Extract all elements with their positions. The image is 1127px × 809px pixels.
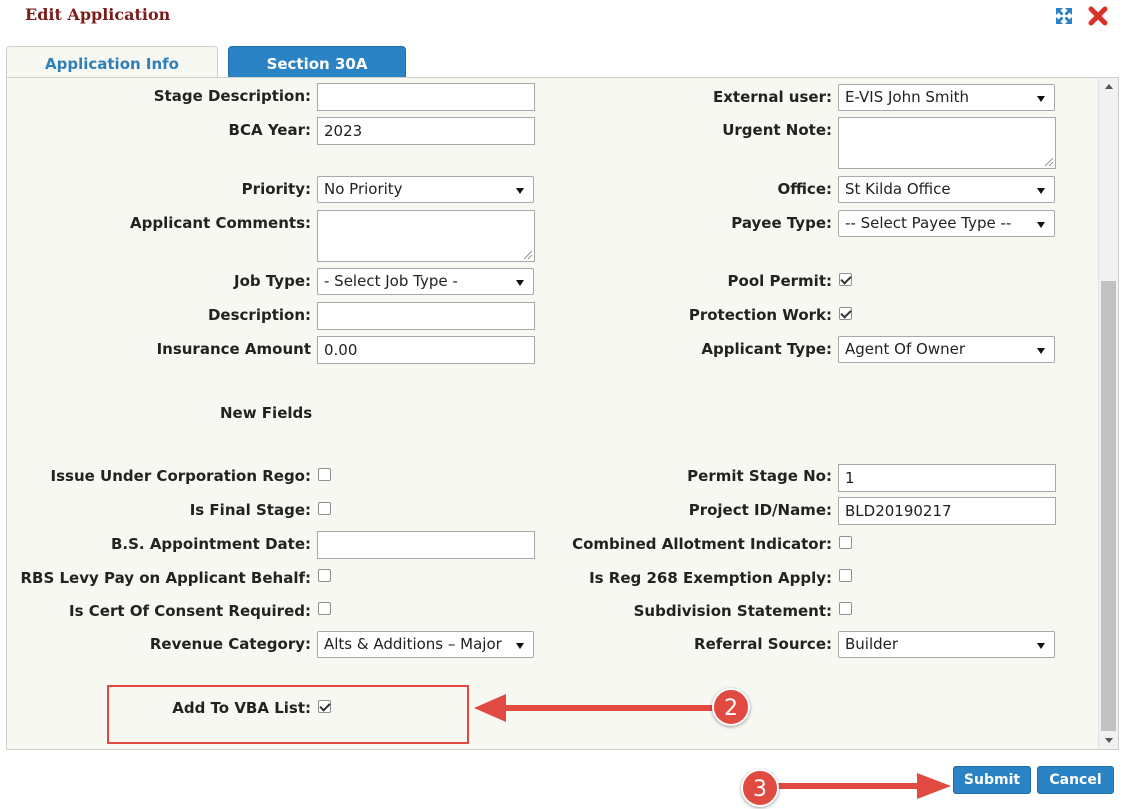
external-user-label: External user: xyxy=(712,88,832,106)
issue-under-corp-rego-label: Issue Under Corporation Rego: xyxy=(50,467,311,485)
close-icon[interactable] xyxy=(1087,5,1109,27)
protection-work-checkbox[interactable] xyxy=(839,307,852,320)
stage-description-label: Stage Description: xyxy=(153,87,311,105)
urgent-note-textarea[interactable] xyxy=(838,117,1056,169)
annotation-arrow-right-icon xyxy=(772,773,951,799)
tab-application-info[interactable]: Application Info xyxy=(6,46,218,79)
maximize-icon[interactable] xyxy=(1053,5,1075,27)
office-select[interactable]: St Kilda Office xyxy=(838,176,1055,203)
office-value: St Kilda Office xyxy=(845,180,951,198)
payee-type-value: -- Select Payee Type -- xyxy=(845,214,1012,232)
cert-of-consent-label: Is Cert Of Consent Required: xyxy=(69,602,311,620)
referral-source-value: Builder xyxy=(845,635,899,653)
dialog-titlebar: Edit Application xyxy=(0,0,1127,34)
subdivision-statement-checkbox[interactable] xyxy=(839,602,852,615)
priority-value: No Priority xyxy=(324,180,403,198)
reg-268-checkbox[interactable] xyxy=(839,569,852,582)
project-id-input[interactable]: BLD20190217 xyxy=(838,497,1056,525)
chevron-down-icon xyxy=(1037,348,1045,354)
dialog-title: Edit Application xyxy=(25,5,171,24)
is-final-stage-checkbox[interactable] xyxy=(318,502,331,515)
chevron-down-icon xyxy=(516,643,524,649)
external-user-select[interactable]: E-VIS John Smith xyxy=(838,84,1055,111)
applicant-comments-textarea[interactable] xyxy=(317,210,535,262)
permit-stage-no-label: Permit Stage No: xyxy=(687,467,832,485)
issue-under-corp-rego-checkbox[interactable] xyxy=(318,468,331,481)
revenue-category-select[interactable]: Alts & Additions – Major xyxy=(317,631,534,658)
pool-permit-label: Pool Permit: xyxy=(727,272,832,290)
job-type-value: - Select Job Type - xyxy=(324,272,458,290)
chevron-down-icon xyxy=(516,280,524,286)
job-type-label: Job Type: xyxy=(234,272,311,290)
pool-permit-checkbox[interactable] xyxy=(839,273,852,286)
applicant-comments-label: Applicant Comments: xyxy=(130,214,311,232)
is-final-stage-label: Is Final Stage: xyxy=(189,501,311,519)
project-id-label: Project ID/Name: xyxy=(688,501,832,519)
tab-bar: Application Info Section 30A xyxy=(6,34,1119,79)
priority-label: Priority: xyxy=(241,180,311,198)
office-label: Office: xyxy=(777,180,832,198)
protection-work-label: Protection Work: xyxy=(688,306,832,324)
cancel-button[interactable]: Cancel xyxy=(1037,766,1114,794)
chevron-down-icon xyxy=(1037,643,1045,649)
referral-source-label: Referral Source: xyxy=(694,635,832,653)
scroll-down-icon[interactable] xyxy=(1105,738,1113,743)
tab-section-30a[interactable]: Section 30A xyxy=(228,46,406,79)
description-label: Description: xyxy=(207,306,311,324)
urgent-note-label: Urgent Note: xyxy=(722,121,832,139)
rbs-levy-checkbox[interactable] xyxy=(318,569,331,582)
combined-allotment-checkbox[interactable] xyxy=(839,536,852,549)
bs-appointment-date-input[interactable] xyxy=(317,531,535,559)
chevron-down-icon xyxy=(516,188,524,194)
bca-year-label: BCA Year: xyxy=(228,121,311,139)
scroll-up-icon[interactable] xyxy=(1105,84,1113,89)
resize-grip-icon[interactable] xyxy=(1045,158,1053,166)
subdivision-statement-label: Subdivision Statement: xyxy=(633,602,832,620)
payee-type-label: Payee Type: xyxy=(731,214,832,232)
applicant-type-value: Agent Of Owner xyxy=(845,340,965,358)
external-user-value: E-VIS John Smith xyxy=(845,88,970,106)
description-input[interactable] xyxy=(317,302,535,330)
resize-grip-icon[interactable] xyxy=(524,251,532,259)
combined-allotment-label: Combined Allotment Indicator: xyxy=(572,535,832,553)
chevron-down-icon xyxy=(1037,96,1045,102)
reg-268-label: Is Reg 268 Exemption Apply: xyxy=(589,569,832,587)
bca-year-input[interactable]: 2023 xyxy=(317,117,535,145)
stage-description-input[interactable] xyxy=(317,83,535,111)
payee-type-select[interactable]: -- Select Payee Type -- xyxy=(838,210,1055,237)
job-type-select[interactable]: - Select Job Type - xyxy=(317,268,534,295)
annotation-badge-3: 3 xyxy=(741,769,779,807)
insurance-amount-input[interactable]: 0.00 xyxy=(317,336,535,364)
bs-appointment-date-label: B.S. Appointment Date: xyxy=(110,535,311,553)
scrollbar-thumb[interactable] xyxy=(1101,281,1116,731)
rbs-levy-label: RBS Levy Pay on Applicant Behalf: xyxy=(20,569,311,587)
cert-of-consent-checkbox[interactable] xyxy=(318,602,331,615)
annotation-highlight-box xyxy=(107,685,469,744)
chevron-down-icon xyxy=(1037,222,1045,228)
chevron-down-icon xyxy=(1037,188,1045,194)
annotation-badge-2: 2 xyxy=(712,688,750,726)
annotation-arrow-left-icon xyxy=(474,694,718,722)
new-fields-heading: New Fields xyxy=(220,404,313,422)
insurance-amount-label: Insurance Amount xyxy=(156,340,311,358)
referral-source-select[interactable]: Builder xyxy=(838,631,1055,658)
applicant-type-label: Applicant Type: xyxy=(701,340,832,358)
submit-button[interactable]: Submit xyxy=(953,766,1031,794)
priority-select[interactable]: No Priority xyxy=(317,176,534,203)
applicant-type-select[interactable]: Agent Of Owner xyxy=(838,336,1055,363)
revenue-category-value: Alts & Additions – Major xyxy=(324,635,502,653)
vertical-scrollbar[interactable] xyxy=(1098,78,1118,749)
permit-stage-no-input[interactable]: 1 xyxy=(838,464,1056,492)
revenue-category-label: Revenue Category: xyxy=(149,635,311,653)
